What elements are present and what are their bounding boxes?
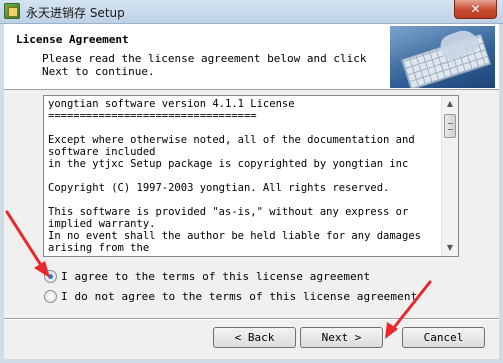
license-text: yongtian software version 4.1.1 License … bbox=[48, 98, 421, 254]
scroll-thumb[interactable] bbox=[444, 114, 456, 138]
agree-radio[interactable] bbox=[44, 269, 57, 283]
scroll-up-arrow-icon[interactable]: ▲ bbox=[442, 96, 458, 112]
agree-label[interactable]: I agree to the terms of this license agr… bbox=[61, 270, 370, 283]
license-scrollbar[interactable]: ▲ ▼ bbox=[441, 96, 458, 256]
agree-option[interactable]: I agree to the terms of this license agr… bbox=[44, 268, 370, 284]
scroll-down-arrow-icon[interactable]: ▼ bbox=[442, 240, 458, 256]
window-title: 永天进销存 Setup bbox=[26, 6, 125, 20]
page-title: License Agreement bbox=[16, 33, 129, 46]
close-icon: ✕ bbox=[470, 2, 481, 16]
cancel-button[interactable]: Cancel bbox=[402, 327, 485, 348]
license-textbox[interactable]: yongtian software version 4.1.1 License … bbox=[43, 95, 459, 257]
installer-app-icon bbox=[4, 3, 20, 19]
title-bar: 永天进销存 Setup ✕ bbox=[0, 0, 503, 24]
keyboard-banner-image bbox=[390, 26, 495, 88]
wizard-header: License Agreement Please read the licens… bbox=[4, 24, 499, 90]
window-close-button[interactable]: ✕ bbox=[454, 0, 497, 19]
back-button[interactable]: < Back bbox=[213, 327, 296, 348]
page-description: Please read the license agreement below … bbox=[42, 52, 367, 78]
next-button[interactable]: Next > bbox=[300, 327, 383, 348]
disagree-option[interactable]: I do not agree to the terms of this lice… bbox=[44, 288, 417, 304]
disagree-radio[interactable] bbox=[44, 289, 57, 303]
disagree-label[interactable]: I do not agree to the terms of this lice… bbox=[61, 290, 417, 303]
